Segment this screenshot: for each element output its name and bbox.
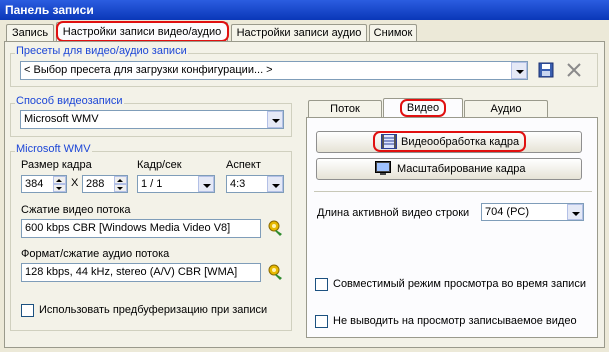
line-length-label: Длина активной видео строки [317,207,470,219]
close-icon[interactable] [565,61,583,79]
method-group-title: Способ видеозаписи [15,95,124,107]
tab-record[interactable]: Запись [6,24,54,42]
chevron-down-icon[interactable] [267,111,283,128]
tab-video[interactable]: Видео [383,98,463,118]
video-compression-field[interactable]: 600 kbps CBR [Windows Media Video V8] [21,219,261,238]
frame-size-label: Размер кадра [21,159,92,171]
audio-compression-label: Формат/сжатие аудио потока [21,248,170,260]
method-select[interactable]: Microsoft WMV [20,110,284,129]
aspect-label: Аспект [226,159,261,171]
tab-audio[interactable]: Аудио [464,100,548,118]
compat-preview-checkbox[interactable] [315,278,328,291]
audio-compression-field[interactable]: 128 kbps, 44 kHz, stereo (A/V) CBR [WMA] [21,263,261,282]
tab-audio-settings[interactable]: Настройки записи аудио [231,24,367,42]
no-preview-checkbox[interactable] [315,315,328,328]
tab-stream[interactable]: Поток [308,100,382,118]
configure-audio-icon[interactable] [266,262,286,282]
size-separator: X [71,177,79,189]
configure-video-icon[interactable] [266,218,286,238]
save-preset-icon[interactable] [537,61,555,79]
presets-group-title: Пресеты для видео/аудио записи [15,45,188,57]
prebuffer-label: Использовать предбуферизацию при записи [39,304,268,316]
tab-video-label: Видео [399,99,447,117]
width-up-icon[interactable] [53,176,66,184]
fps-label: Кадр/сек [137,159,182,171]
chevron-down-icon[interactable] [567,204,583,220]
video-processing-label: Видеообработка кадра [401,136,520,148]
chevron-down-icon[interactable] [198,176,214,192]
width-down-icon[interactable] [53,184,66,192]
compat-preview-label: Совместимый режим просмотра во время зап… [333,278,586,290]
height-down-icon[interactable] [114,184,127,192]
preset-select[interactable]: < Выбор пресета для загрузки конфигураци… [20,61,528,80]
monitor-icon [375,161,391,176]
no-preview-label: Не выводить на просмотр записываемое вид… [333,315,577,327]
chevron-down-icon[interactable] [267,176,283,192]
wmv-group-title: Microsoft WMV [15,143,92,155]
film-frame-icon [381,134,397,149]
tab-snapshot[interactable]: Снимок [369,24,417,42]
highlight-ring [56,21,229,42]
video-compression-label: Сжатие видео потока [21,204,131,216]
window-title: Панель записи [0,0,609,20]
divider [314,191,592,192]
prebuffer-checkbox[interactable] [21,304,34,317]
chevron-down-icon[interactable] [511,62,527,79]
frame-scaling-label: Масштабирование кадра [397,163,526,175]
height-up-icon[interactable] [114,176,127,184]
